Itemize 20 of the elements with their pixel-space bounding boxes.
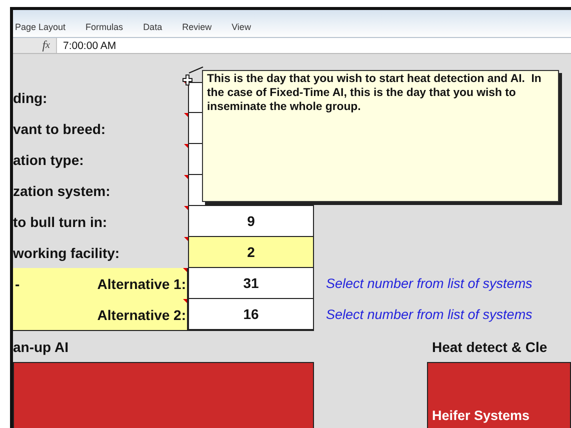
value-cell[interactable]: 16: [188, 299, 314, 330]
hint-text: Select number from list of systems: [326, 306, 532, 324]
ribbon-tab[interactable]: Review: [182, 22, 222, 32]
comment-popup: This is the day that you wish to start heat detection and AI. In the case of Fixed-Time AI, this is the day that you wish to inseminate the whole group.: [202, 70, 559, 202]
section-heading: Heat detect & Cle: [432, 339, 548, 355]
panel-title: Heifer Systems: [432, 408, 530, 423]
ribbon-tab[interactable]: Page Layout: [15, 22, 76, 32]
row-label: Alternative 2:: [97, 306, 186, 322]
dash-text: -: [15, 276, 20, 292]
value-cell[interactable]: 9: [188, 206, 314, 237]
ribbon-tab[interactable]: Formulas: [86, 22, 134, 32]
hint-text: Select number from list of systems: [326, 275, 532, 293]
value-cell[interactable]: 31: [188, 268, 314, 299]
row-label: Alternative 1:: [97, 276, 186, 292]
formula-input[interactable]: 7:00:00 AM: [56, 38, 571, 53]
value-cell[interactable]: 2: [188, 237, 314, 268]
section-heading: an-up AI: [13, 339, 70, 355]
ribbon-tab[interactable]: Data: [143, 22, 172, 32]
ribbon-tab[interactable]: View: [232, 22, 261, 32]
leader-line: [188, 66, 204, 74]
